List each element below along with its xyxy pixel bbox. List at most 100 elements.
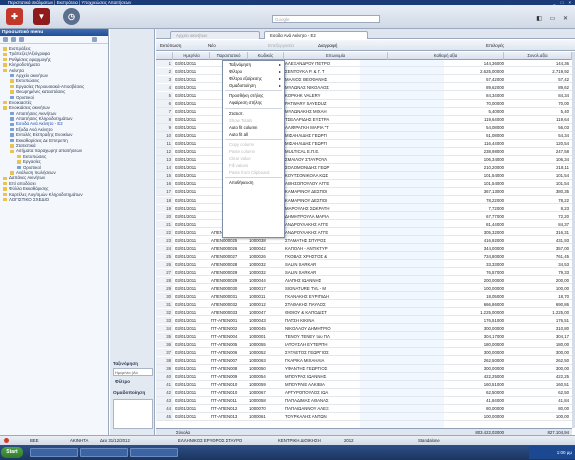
table-row[interactable]: 34 03/01/2011 ΠΤ-ΑΠΕΝ002 1000045 ΝΙΚΟΛΑΟΥ ΔΗ… <box>156 324 572 333</box>
cell-c5: 1.225,00000 <box>480 309 504 315</box>
table-row[interactable]: 40 03/01/2011 ΠΤ-ΑΠΕΝ009 1000054 ΜΠΟΥΡΑΣ ΙΩΑ… <box>156 373 572 381</box>
context-menu-item[interactable]: Φίλτρο εξαίρεσης ▸ <box>223 75 284 82</box>
taskbar-item-3[interactable] <box>130 448 178 457</box>
table-row[interactable]: 19 03/01/2011 ΜΑΡΟΥΛΗΣ ΣΩΚΡΑΤΗ 7,72000 8,23 <box>156 204 572 212</box>
table-row[interactable]: 41 03/01/2011 ΠΤ-ΑΠΕΝ010 1000059 ΜΠΟΥΡΛΙΕ ΑΛ… <box>156 381 572 389</box>
table-row[interactable]: 10 03/01/2011 ΜΙΣΑΗΛΙΔΗΣ ΓΕΩΡΓΙ 51,08000 54,… <box>156 132 572 140</box>
table-row[interactable]: 12 03/01/2011 MULTICAL Ε.Π.Ε. 238,98000 247,… <box>156 148 572 156</box>
folder-icon[interactable] <box>11 37 16 42</box>
group-panel-box[interactable] <box>113 399 153 429</box>
table-row[interactable]: 42 03/01/2011 ΠΤ-ΑΠΕΝ010 1000067 ΑΡΓΥΡΟΠΟΥΛΟ… <box>156 389 572 397</box>
table-row[interactable]: 36 03/01/2011 ΠΤ-ΑΠΕΝ005 1000055 ΙΑΤΟΥΣΛΗ ΕΥ… <box>156 341 572 349</box>
menu-separator <box>225 107 282 109</box>
table-row[interactable]: 29 03/01/2011 ΑΠΕΝ000030 1000017 SIGNATURE T… <box>156 284 572 293</box>
clock-icon[interactable]: ◷ <box>63 8 80 25</box>
filter-panel-title[interactable]: Φίλτρο <box>115 379 130 384</box>
context-menu-item[interactable]: Ταξινόμηση ▸ <box>223 61 284 68</box>
search-input[interactable]: Google <box>272 15 380 23</box>
table-row[interactable]: 39 03/01/2011 ΠΤ-ΑΠΕΝ008 1000050 ΥΦΑΝΤΗΣ ΓΕΩ… <box>156 365 572 373</box>
table-row[interactable]: 13 03/01/2011 ΣΜΑΙΛΟΥ ΣΤΑΥΡΟΥΛ 106,34000 106… <box>156 156 572 164</box>
sort-panel-value[interactable]: Ημερ/νία (Αύ <box>113 368 153 376</box>
table-row[interactable]: 31 03/01/2011 ΑΠΕΝ000032 1000012 ΣΤΑΘΑΚΗΣ ΠΑ… <box>156 300 572 309</box>
table-row[interactable]: 9 03/01/2011 ΑΛΙΦΡΑΓΚΗ ΜΑΡΙΑ "Τ 54,08000 56,… <box>156 124 572 132</box>
context-menu-item[interactable]: Αφαίρεση στήλης <box>223 99 284 106</box>
sidebar-item-label: Ενοικιαστές <box>9 99 32 105</box>
context-menu-label: Ταξινόμηση <box>229 62 251 67</box>
table-row[interactable]: 25 03/01/2011 ΑΠΕΝ000027 1000026 ΓΚΟΒΑΣ ΧΡΗΣ… <box>156 252 572 261</box>
folder-icon <box>17 160 21 164</box>
options-button[interactable]: Επιλογές <box>486 42 504 49</box>
delete-button[interactable]: Διαγραφή <box>318 42 337 49</box>
sidebar-item[interactable]: ΛΟΓΙΣΤΙΚΟ ΣΧΕΔΙΟ <box>0 197 108 202</box>
context-menu-item[interactable]: Φίλτρο ▸ <box>223 68 284 75</box>
col-header-document[interactable]: Παραστατικό <box>210 52 248 60</box>
sidebar-item-label: Φύλλα Εκκαθάρισης <box>9 186 49 192</box>
group-panel-title[interactable]: Ομαδοποίηση <box>113 391 145 396</box>
table-row[interactable]: 35 03/01/2011 ΠΤ-ΑΠΕΝ004 1000001 TENOY TENEY… <box>156 333 572 341</box>
taskbar-item-2[interactable] <box>80 448 128 457</box>
table-row[interactable]: 26 03/01/2011 ΑΠΕΝ000028 1000032 SALIN SARKA… <box>156 260 572 269</box>
table-row[interactable]: 1 03/01/2011 ΑΛΕΞΑΝΔΡΟΥ ΠΕΤΡΟ 144,36000 144,… <box>156 60 572 68</box>
edit-button[interactable]: Επεξεργασία <box>268 42 294 49</box>
table-row[interactable]: 27 03/01/2011 ΑΠΕΝ000029 1000032 SALIN SARKA… <box>156 268 572 277</box>
cell-d: 03/01/2011 <box>175 350 197 356</box>
add-icon[interactable] <box>3 37 8 42</box>
table-row[interactable]: 24 03/01/2011 ΑΠΕΝ000026 1000042 ΚΑΠΟΛΗ - ΑΝ… <box>156 244 572 253</box>
table-row[interactable]: 44 03/01/2011 ΠΤ-ΑΠΕΝ012 1000070 ΠΑΠΑΙΩΑΝΝΟΥ… <box>156 405 572 413</box>
table-row[interactable]: 3 03/01/2011 ΜΑΛΙΟΣ ΘΕΟΦΑΝΗΣ 57,42000 57,42 <box>156 76 572 84</box>
table-row[interactable]: 18 03/01/2011 ΚΑΜΑΡΙΝΟΥ ΔΕΣΠΟΙ 78,22000 78,2… <box>156 196 572 204</box>
table-row[interactable]: 2203/01/2011ΑΠΕΝ0000281000029ΑΝΔΡΟΥΛΑΚΗΣ… <box>156 228 572 237</box>
context-menu-item[interactable]: Auto fit column <box>223 124 284 131</box>
table-row[interactable]: 21 03/01/2011 ΑΝΔΡΟΥΛΑΚΗΣ ΑΓΓΕ 81,44000 84,3… <box>156 220 572 228</box>
new-button[interactable]: Νέο <box>208 42 216 49</box>
context-menu-item[interactable]: Ομαδοποίηση ▸ <box>223 82 284 89</box>
settings-icon[interactable] <box>19 37 24 42</box>
cell-c5: 33,33000 <box>486 261 504 267</box>
table-row[interactable]: 32 03/01/2011 ΑΠΕΝ000033 1000047 ΘΙΘΙΟΥ & ΚΑ… <box>156 308 572 317</box>
table-row[interactable]: 37 03/01/2011 ΠΤ-ΑΠΕΝ006 1000052 ΣΥΓΛΕΤΟΣ ΓΕ… <box>156 349 572 357</box>
context-menu-label: Paste column <box>229 149 256 155</box>
table-row[interactable]: 2 03/01/2011 ΣΕΝΤΟΥΚΑ Ρ. & Γ. Τ 2.625,00000… <box>156 68 572 76</box>
folder-icon <box>10 128 14 132</box>
context-menu-item[interactable]: Αποθήκευση <box>223 179 284 186</box>
table-row[interactable]: 15 03/01/2011 ΚΟΥΤΣΟΝΙΚΟΛΑ ΚΩΣ 101,54000 101… <box>156 172 572 180</box>
context-menu-item[interactable]: Στατιστ. <box>223 110 284 117</box>
col-header-name[interactable]: Επωνυμία <box>284 52 388 60</box>
table-row[interactable]: 23 03/01/2011 ΑΠΕΝ000025 1000038 ΣΤΑΜΑΤΗΣ ΣΠ… <box>156 236 572 245</box>
col-header-net[interactable]: Καθαρή αξία <box>388 52 504 60</box>
table-row[interactable]: 38 03/01/2011 ΠΤ-ΑΠΕΝ007 1000063 ΓΚΑΡΙΚΑ ΜΙΧ… <box>156 357 572 365</box>
tab-real-estate-archive[interactable]: Αρχείο ακινήτων <box>170 31 260 39</box>
table-row[interactable]: 43 03/01/2011 ΠΤ-ΑΠΕΝ011 1000058 ΠΑΠΑΔΙΜΑΣ Α… <box>156 397 572 405</box>
menu-icon[interactable]: ▼ <box>33 8 50 25</box>
col-header-code[interactable]: Κωδικός <box>248 52 284 60</box>
table-row[interactable]: 20 03/01/2011 ΔΗΜΗΤΡΟΥΛΑ ΜΑΡΙΑ 67,77000 72,2… <box>156 212 572 220</box>
start-button[interactable]: Start <box>1 447 23 458</box>
table-row[interactable]: 4 03/01/2011 ΜΥΛΩΝΑΣ ΝΙΚΟΛΑΟΣ 89,62000 89,62 <box>156 84 572 92</box>
table-row[interactable]: 30 03/01/2011 ΑΠΕΝ000031 1000011 ΓΚΑΝΑΚΗΣ ΕΥ… <box>156 292 572 301</box>
table-row[interactable]: 6 03/01/2011 PATWARY SAYEDUZ 70,00000 70,00 <box>156 100 572 108</box>
table-row[interactable]: 28 03/01/2011 ΑΠΕΝ000029 1000044 ΛΙΑΠΗΣ ΙΩΑΝ… <box>156 276 572 285</box>
tab-income-per-property[interactable]: Εσοδα Ανά Ακίνητο - Ε2 <box>264 31 368 39</box>
table-row[interactable]: 45 03/01/2011 ΠΤ-ΑΠΕΝ013 1000061 ΤΟΥΡΚΑΛΗΣ Α… <box>156 413 572 421</box>
cell-c5: 300,00000 <box>483 350 504 356</box>
table-row[interactable]: 7 03/01/2011 ΜΥΛΩΝΑΚΗΣ ΜΙΧΑΗ 5,40000 5,40 <box>156 108 572 116</box>
table-row[interactable]: 8 03/01/2011 ΤΣΕΛΑΡΙΔΗΣ ΕΥΣΤΡΑ 119,64000 119… <box>156 116 572 124</box>
close-icon[interactable] <box>92 37 97 42</box>
table-row[interactable]: 14 03/01/2011 ΣΟΛΟΜΟΝΙΔΗΣ ΓΕΩΡ 210,20000 218… <box>156 164 572 172</box>
col-header-total[interactable]: Συνολ.αξία <box>504 52 572 60</box>
cell-c3: TENOY TENEY του ΠΛ <box>285 334 330 340</box>
export-button[interactable]: Εκτύπωση <box>160 42 181 49</box>
context-menu-item[interactable]: Προσθήκη στήλης <box>223 92 284 99</box>
app-logo-icon[interactable]: ✚ <box>6 8 23 25</box>
table-row[interactable]: 16 03/01/2011 ΑΘΗΣΟΠΟΥΛΟΥ ΑΓΓΕ 101,54000 101… <box>156 180 572 188</box>
table-row[interactable]: 17 03/01/2011 ΚΑΜΑΡΙΝΟΥ ΔΕΣΠΟΙ 367,13000 380… <box>156 188 572 196</box>
col-header-date[interactable]: Ημερ/νία <box>174 52 210 60</box>
context-menu-item[interactable]: Auto fit all <box>223 131 284 138</box>
table-row[interactable]: 11 03/01/2011 ΜΙΣΑΗΛΙΔΗΣ ΓΕΩΡΓΙ 116,44000 12… <box>156 140 572 148</box>
cell-c2: 1000054 <box>249 374 266 380</box>
table-row[interactable]: 5 03/01/2011 ΚΟΡΚΗΚ VALERY 84,34000 84,34 <box>156 92 572 100</box>
table-row[interactable]: 33 03/01/2011 ΠΤ-ΑΠΕΝ001 1000043 ΠΑΤΣΗ ΚΙΚΙΝ… <box>156 316 572 325</box>
cell-d: 03/01/2011 <box>175 197 197 203</box>
window-toolbar-buttons[interactable]: ◧ ▭ ✕ <box>536 15 571 22</box>
taskbar-item-1[interactable] <box>30 448 78 457</box>
